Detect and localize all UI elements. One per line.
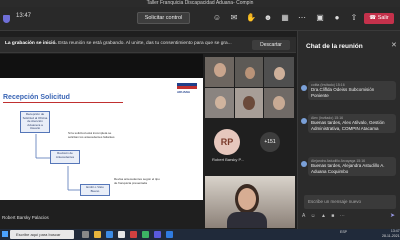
slide-note-incomplete: Si la solicitud está incompleta se solic… [68,131,115,139]
meeting-timer: 13:47 [16,13,32,19]
video-tile[interactable] [264,57,294,87]
chat-compose-input[interactable]: Escribe un mensaje nuevo [304,195,396,209]
recording-banner: La grabación se inició. Esta reunión se … [0,37,296,53]
close-icon[interactable]: ✕ [391,41,397,49]
leave-label: Salir [377,15,389,21]
active-speaker-video[interactable] [205,176,295,228]
send-icon[interactable]: ➤ [390,212,395,219]
app-icon[interactable] [142,231,149,238]
participant-face [243,96,255,110]
shield-icon [3,15,10,23]
compose-format-icons[interactable]: A ☺ ▲ ■ ⋯ [302,213,347,219]
store-icon[interactable] [118,231,125,238]
chat-message: Alex (Invitado) 15:16 Buenas tardes, Ale… [308,114,396,133]
meeting-toolbar: 13:47 Solicitar control ☺ ✉ ✋ ☻ ▦ ⋯ ▣ ● … [0,7,400,31]
message-text: Buenas tardes, Alex Atilvalo, Gestión Ad… [311,120,385,131]
task-view-icon[interactable] [82,231,89,238]
phone-icon: ☎ [369,15,378,21]
slide-note-review: Revisa antecedentes según el tipo de fra… [114,177,160,185]
system-clock[interactable]: 13:47 28-11-2021 [382,229,400,239]
banner-text: La grabación se inició. Esta reunión se … [5,41,232,46]
chat-panel: Chat de la reunión ✕ cotita (Invitado) 1… [297,31,400,229]
edge-icon[interactable] [106,231,113,238]
banner-message: Esta reunión se está grabando. Al unirte… [58,41,232,46]
overflow-participants[interactable]: +151 [260,132,280,152]
windows-start-icon[interactable] [2,231,8,237]
chat-title: Chat de la reunión [306,43,363,50]
video-tile[interactable] [205,88,234,118]
message-text: Dra.Cliflda Odeiss Subcomisión Poniente [311,87,375,98]
chat-message: Alejandra Astudillo Arcayaga 15:16 Buena… [308,157,396,176]
avatar [301,85,307,91]
video-tile[interactable] [235,57,263,87]
participant-name: Robert Barsky P... [212,157,244,162]
participant-face [214,63,226,77]
window-title: Taller Franquicia Discapacidad Aduana- C… [0,0,400,7]
chat-icon[interactable]: ✉ [228,13,240,23]
taskbar-search-placeholder: Escribe aquí para buscar [16,232,61,237]
rooms-icon[interactable]: ▦ [279,13,291,23]
os-taskbar: Escribe aquí para buscar ESP 13:47 28-11… [0,229,400,240]
flow-box-approve: Emitir o Visto Bueno [80,184,110,196]
taskbar-search[interactable]: Escribe aquí para buscar [10,230,74,239]
banner-bold: La grabación se inició. [5,41,57,46]
flow-box-reception: Recepción de Solicitud al Oficina de Ate… [20,111,50,133]
avatar [301,161,307,167]
people-icon[interactable]: ☺ [211,13,223,23]
participant-face [215,96,226,109]
avatar [301,118,307,124]
word-icon[interactable] [166,231,173,238]
request-control-button[interactable]: Solicitar control [137,12,190,24]
dismiss-button[interactable]: Descartar [252,40,290,50]
video-tile[interactable] [264,88,294,118]
speaker-face [238,188,256,210]
clock-date: 28-11-2021 [382,234,400,238]
flow-box-review: Revisión de Antecedentes [50,150,80,164]
raise-hand-icon[interactable]: ✋ [245,13,257,23]
participant-face [273,96,285,110]
teams-icon[interactable] [154,231,161,238]
presenter-name: Robert Barsky Palacios [2,215,49,220]
more-icon[interactable]: ⋯ [296,13,308,23]
shared-slide: Recepción Solicitud ADUANA Recepción de … [0,54,203,200]
mic-icon[interactable]: ● [331,13,343,23]
avatar[interactable]: RP [214,129,240,155]
participant-grid [203,54,296,174]
compose-placeholder: Escribe un mensaje nuevo [308,199,362,204]
app-icon[interactable] [130,231,137,238]
leave-button[interactable]: ☎ Salir [364,13,394,24]
participant-face [274,67,285,80]
share-icon[interactable]: ⇧ [348,13,360,23]
participant-face [245,67,255,79]
camera-icon[interactable]: ▣ [314,13,326,23]
video-tile[interactable] [235,88,263,118]
video-tile[interactable] [205,57,234,87]
chat-message: cotita (Invitado) 15:16 Dra.Cliflda Odei… [308,81,396,100]
file-explorer-icon[interactable] [94,231,101,238]
system-tray-language[interactable]: ESP [340,230,347,234]
message-text: Buenas tardes, Alejandra Astudillo A. Ad… [311,163,385,174]
speaker-body [227,212,267,228]
reactions-icon[interactable]: ☻ [262,13,274,23]
